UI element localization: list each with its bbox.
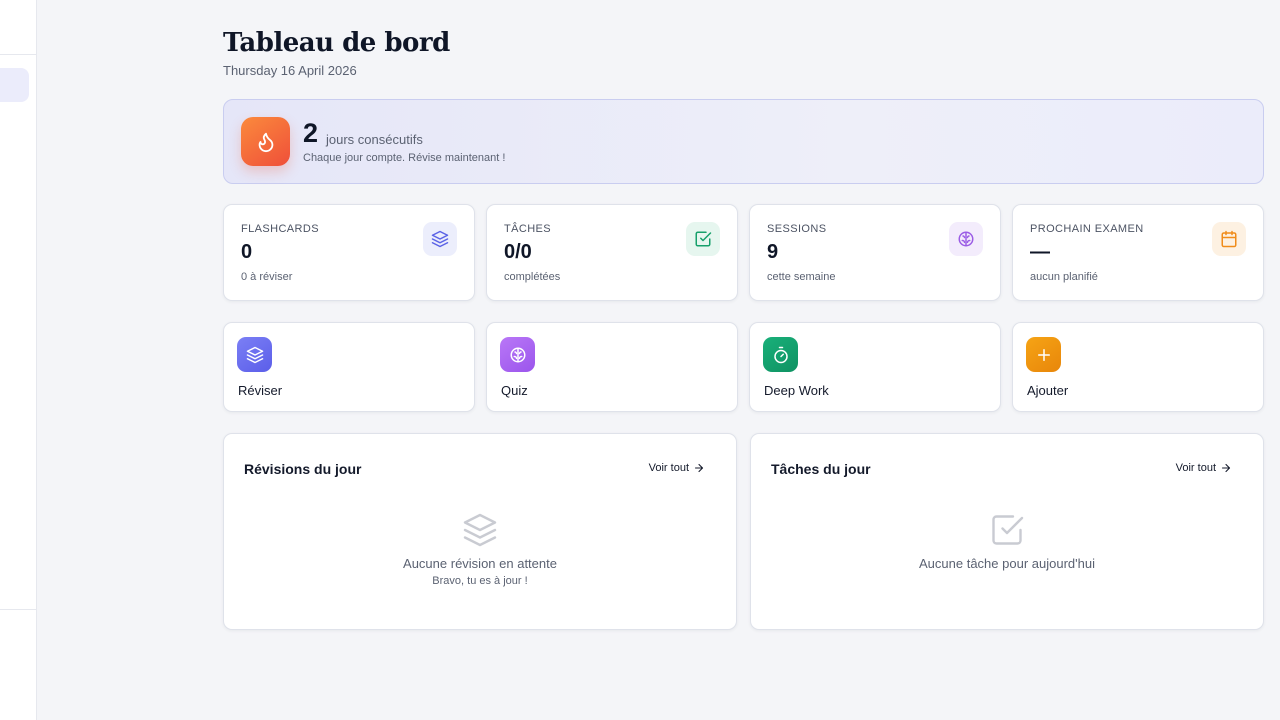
action-card-reviser[interactable]: Réviser [223, 322, 475, 412]
panel-tasks: Tâches du jour Voir tout Aucune tâche po… [750, 433, 1264, 630]
stat-value: — [1030, 241, 1050, 263]
layers-icon [463, 513, 497, 547]
stat-label: PROCHAIN EXAMEN [1030, 223, 1144, 235]
stat-card-next-exam[interactable]: PROCHAIN EXAMEN — aucun planifié [1012, 204, 1264, 301]
see-all-label: Voir tout [1175, 462, 1216, 474]
empty-state-subtext: Bravo, tu es à jour ! [432, 575, 528, 587]
see-all-link[interactable]: Voir tout [649, 462, 705, 474]
streak-count: 2 [303, 118, 319, 148]
stat-label: FLASHCARDS [241, 223, 319, 235]
empty-state-text: Aucune tâche pour aujourd'hui [919, 556, 1095, 571]
action-card-ajouter[interactable]: Ajouter [1012, 322, 1264, 412]
stat-label: TÂCHES [504, 223, 552, 235]
streak-banner: 2 jours consécutifs Chaque jour compte. … [223, 99, 1264, 184]
check-square-icon [686, 222, 720, 256]
panel-title: Révisions du jour [244, 461, 362, 477]
sidebar-divider [0, 54, 36, 55]
timer-icon [763, 337, 798, 372]
stat-sub: aucun planifié [1030, 271, 1098, 283]
stat-card-tasks[interactable]: TÂCHES 0/0 complétées [486, 204, 738, 301]
stat-sub: cette semaine [767, 271, 836, 283]
layers-icon [423, 222, 457, 256]
action-card-quiz[interactable]: Quiz [486, 322, 738, 412]
see-all-label: Voir tout [648, 462, 689, 474]
see-all-link[interactable]: Voir tout [1176, 462, 1232, 474]
action-label: Réviser [238, 383, 283, 398]
layers-icon [237, 337, 272, 372]
sidebar-item-active[interactable] [0, 68, 29, 102]
streak-label: jours consécutifs [326, 132, 423, 147]
action-label: Deep Work [764, 383, 829, 398]
action-label: Ajouter [1027, 383, 1069, 398]
panel-revisions: Révisions du jour Voir tout Aucune révis… [223, 433, 737, 630]
stat-value: 0 [241, 241, 253, 263]
flame-icon [241, 117, 290, 166]
action-label: Quiz [501, 383, 528, 398]
stat-value: 9 [767, 241, 779, 263]
sidebar-divider [0, 609, 36, 610]
stat-sub: complétées [504, 271, 561, 283]
empty-state-text: Aucune révision en attente [403, 556, 557, 571]
page-date: Thursday 16 April 2026 [223, 63, 357, 78]
action-card-deep-work[interactable]: Deep Work [749, 322, 1001, 412]
brain-icon [949, 222, 983, 256]
check-square-icon [992, 515, 1024, 545]
stat-value: 0/0 [504, 241, 532, 263]
calendar-icon [1212, 222, 1246, 256]
arrow-right-icon [694, 463, 704, 473]
page-title: Tableau de bord [223, 28, 450, 58]
stat-card-sessions[interactable]: SESSIONS 9 cette semaine [749, 204, 1001, 301]
brain-icon [500, 337, 535, 372]
stat-label: SESSIONS [767, 223, 827, 235]
stat-sub: 0 à réviser [241, 271, 293, 283]
plus-icon [1026, 337, 1061, 372]
sidebar [0, 0, 37, 720]
arrow-right-icon [1221, 463, 1231, 473]
panel-title: Tâches du jour [771, 461, 871, 477]
stat-card-flashcards[interactable]: FLASHCARDS 0 0 à réviser [223, 204, 475, 301]
streak-subtitle: Chaque jour compte. Révise maintenant ! [303, 152, 506, 164]
